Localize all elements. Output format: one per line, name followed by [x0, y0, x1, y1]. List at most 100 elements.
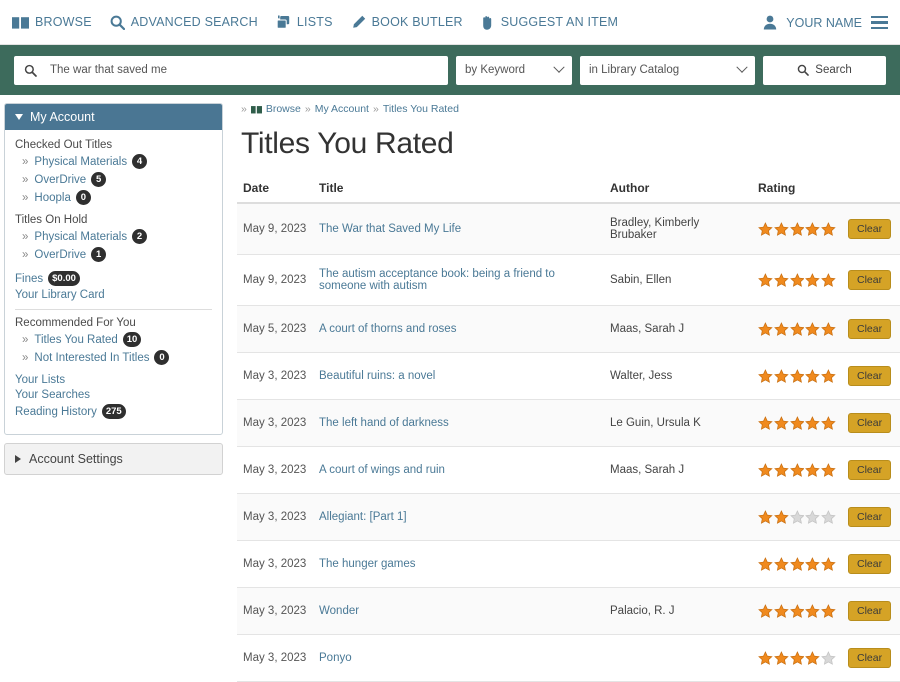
sidebar-item-label: OverDrive [34, 173, 87, 186]
sidebar-item-hoopla-checkedout[interactable]: Hoopla 0 [15, 190, 212, 205]
sidebar-item-titles-you-rated[interactable]: Titles You Rated 10 [15, 332, 212, 347]
clear-rating-button[interactable]: Clear [848, 507, 892, 527]
star-rating[interactable] [758, 462, 836, 478]
cell-rating[interactable] [752, 203, 842, 255]
cell-author: Palacio, R. J [604, 587, 752, 635]
sidebar-item-overdrive-checkedout[interactable]: OverDrive 5 [15, 172, 212, 187]
cell-rating[interactable] [752, 254, 842, 306]
cell-date: May 3, 2023 [237, 446, 313, 494]
sidebar-item-library-card[interactable]: Your Library Card [15, 289, 212, 301]
search-icon [797, 64, 810, 76]
title-link[interactable]: A court of wings and ruin [319, 464, 445, 476]
cell-author: Maas, Sarah J [604, 305, 752, 353]
sidebar-item-reading-history[interactable]: Reading History 275 [15, 404, 212, 419]
main-content: » Browse » My Account » Titles You Rated… [227, 95, 900, 682]
cell-rating[interactable] [752, 305, 842, 353]
sidebar-item-your-searches[interactable]: Your Searches [15, 389, 212, 401]
star-icon [773, 368, 789, 383]
cell-author: Le Guin, Ursula K [604, 399, 752, 447]
breadcrumb-item-my-account[interactable]: My Account [315, 103, 369, 115]
cell-rating[interactable] [752, 352, 842, 400]
search-scope-select[interactable]: in Library Catalog [580, 55, 755, 85]
nav-item-lists[interactable]: LISTS [276, 15, 333, 29]
star-rating[interactable] [758, 221, 836, 237]
star-rating[interactable] [758, 556, 836, 572]
title-link[interactable]: The left hand of darkness [319, 417, 449, 429]
table-row: May 5, 2023 A court of thorns and roses Ma… [237, 305, 900, 353]
nav-item-suggest-an-item[interactable]: SUGGEST AN ITEM [481, 15, 618, 30]
sidebar-fines-amount: $0.00 [48, 271, 80, 286]
star-rating[interactable] [758, 368, 836, 384]
column-header-action [842, 177, 900, 204]
table-row: May 3, 2023 Ponyo Clear [237, 634, 900, 682]
title-link[interactable]: Allegiant: [Part 1] [319, 511, 407, 523]
cell-rating[interactable] [752, 446, 842, 494]
star-rating[interactable] [758, 321, 836, 337]
cell-rating[interactable] [752, 634, 842, 682]
star-icon [805, 462, 821, 477]
nav-item-book-butler[interactable]: BOOK BUTLER [351, 15, 463, 30]
title-link[interactable]: The War that Saved My Life [319, 223, 461, 235]
sidebar-item-label: Your Library Card [15, 289, 105, 301]
clear-rating-button[interactable]: Clear [848, 601, 892, 621]
breadcrumb-separator: » [241, 103, 247, 115]
title-link[interactable]: A court of thorns and roses [319, 323, 456, 335]
title-link[interactable]: Ponyo [319, 652, 352, 664]
sidebar-item-physical-materials-checkedout[interactable]: Physical Materials 4 [15, 154, 212, 169]
clear-rating-button[interactable]: Clear [848, 554, 892, 574]
star-icon [805, 321, 821, 336]
title-link[interactable]: Beautiful ruins: a novel [319, 370, 435, 382]
star-icon [789, 368, 805, 383]
cell-author [604, 493, 752, 541]
sidebar-item-overdrive-hold[interactable]: OverDrive 1 [15, 247, 212, 262]
nav-item-advanced-search[interactable]: ADVANCED SEARCH [110, 15, 258, 30]
cell-rating[interactable] [752, 587, 842, 635]
cell-rating[interactable] [752, 540, 842, 588]
clear-rating-button[interactable]: Clear [848, 219, 892, 239]
sidebar-group-title: Checked Out Titles [15, 139, 113, 151]
search-input[interactable] [48, 63, 438, 77]
cell-action: Clear [842, 446, 900, 494]
clear-rating-button[interactable]: Clear [848, 319, 892, 339]
account-name-label[interactable]: YOUR NAME [786, 16, 862, 30]
breadcrumb: » Browse » My Account » Titles You Rated [237, 103, 900, 115]
search-button[interactable]: Search [763, 55, 886, 85]
cell-title: A court of thorns and roses [313, 305, 604, 353]
title-link[interactable]: The hunger games [319, 558, 416, 570]
search-field-select[interactable]: by Keyword [456, 55, 572, 85]
cell-rating[interactable] [752, 493, 842, 541]
clear-rating-button[interactable]: Clear [848, 366, 892, 386]
sidebar-item-fines[interactable]: Fines $0.00 [15, 271, 212, 286]
table-row: May 3, 2023 A court of wings and ruin Maas… [237, 446, 900, 494]
sidebar-item-physical-materials-hold[interactable]: Physical Materials 2 [15, 229, 212, 244]
star-rating[interactable] [758, 650, 836, 666]
cell-action: Clear [842, 540, 900, 588]
my-account-panel-header[interactable]: My Account [5, 104, 222, 130]
star-rating[interactable] [758, 415, 836, 431]
primary-nav-links: BROWSE ADVANCED SEARCH LISTS BOOK BUTLER [12, 15, 618, 30]
clear-rating-button[interactable]: Clear [848, 648, 892, 668]
column-header-rating: Rating [752, 177, 842, 204]
account-settings-panel[interactable]: Account Settings [4, 443, 223, 475]
star-icon [805, 556, 821, 571]
clear-rating-button[interactable]: Clear [848, 460, 892, 480]
title-link[interactable]: The autism acceptance book: being a frie… [319, 268, 555, 292]
star-icon [758, 650, 773, 665]
hamburger-icon[interactable] [871, 15, 888, 30]
clear-rating-button[interactable]: Clear [848, 413, 892, 433]
star-rating[interactable] [758, 509, 836, 525]
cell-action: Clear [842, 203, 900, 255]
star-icon [773, 272, 789, 287]
breadcrumb-item-browse[interactable]: Browse [250, 103, 301, 115]
title-link[interactable]: Wonder [319, 605, 359, 617]
star-rating[interactable] [758, 603, 836, 619]
sidebar: My Account Checked Out Titles Physical M… [0, 95, 227, 475]
cell-rating[interactable] [752, 399, 842, 447]
sidebar-item-not-interested[interactable]: Not Interested In Titles 0 [15, 350, 212, 365]
sidebar-item-your-lists[interactable]: Your Lists [15, 374, 212, 386]
star-rating[interactable] [758, 272, 836, 288]
clear-rating-button[interactable]: Clear [848, 270, 892, 290]
nav-item-browse[interactable]: BROWSE [12, 15, 92, 29]
search-scope-select-value: in Library Catalog [589, 64, 680, 76]
cell-action: Clear [842, 254, 900, 306]
